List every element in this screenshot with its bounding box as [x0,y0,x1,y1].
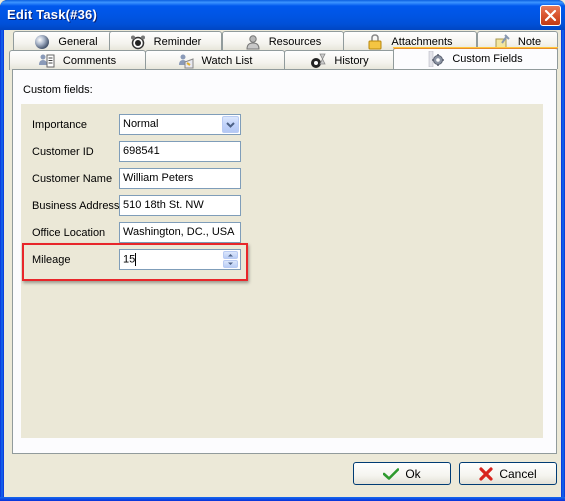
close-button[interactable] [540,5,561,26]
customer-id-input[interactable]: 698541 [119,141,241,162]
importance-value: Normal [123,118,159,130]
custom-fields-heading: Custom fields: [23,84,93,96]
business-address-label: Business Address [32,200,120,212]
window-border-right [561,30,565,501]
title-bar[interactable]: Edit Task(#36) [0,0,565,30]
watch-list-icon [178,53,194,69]
gear-icon [428,50,445,68]
dropdown-button[interactable] [222,116,239,133]
tab-label: Watch List [201,54,253,67]
tab-comments[interactable]: Comments [9,50,146,70]
business-address-input[interactable]: 510 18th St. NW [119,195,241,216]
chevron-down-icon [226,122,235,128]
history-icon [310,53,327,69]
tab-label: Custom Fields [452,53,523,65]
ok-button[interactable]: Ok [353,462,451,485]
ok-label: Ok [405,466,421,481]
cancel-label: Cancel [499,466,537,481]
alarm-clock-icon [130,34,146,50]
office-location-label: Office Location [32,227,106,239]
x-icon [479,466,493,481]
edit-task-dialog: Edit Task(#36) General Reminder Resource… [0,0,565,501]
customer-id-label: Customer ID [32,146,94,158]
close-icon [544,9,557,22]
tab-label: Resources [268,35,322,48]
person-icon [245,34,261,50]
tab-resources[interactable]: Resources [222,31,344,51]
window-border-bottom [0,497,565,501]
business-address-value: 510 18th St. NW [123,199,204,211]
tab-reminder[interactable]: Reminder [109,31,222,51]
window-title: Edit Task(#36) [7,7,97,22]
tab-watch-list[interactable]: Watch List [145,50,285,70]
customer-name-value: William Peters [123,172,194,184]
tab-history[interactable]: History [284,50,395,70]
tab-general[interactable]: General [13,31,119,51]
customer-name-input[interactable]: William Peters [119,168,241,189]
customer-id-value: 698541 [123,145,160,157]
tab-label: Reminder [153,35,202,48]
mileage-highlight-box [22,243,248,281]
checkmark-icon [383,467,400,480]
office-location-value: Washington, DC., USA [123,226,235,238]
tab-label: History [334,54,369,67]
comments-icon [38,53,55,69]
tab-label: Attachments [391,35,453,48]
tab-label: Comments [62,54,117,67]
tab-label: Note [517,35,542,48]
customer-name-label: Customer Name [32,173,113,185]
sphere-icon [34,34,50,50]
tab-custom-fields[interactable]: Custom Fields [393,47,558,69]
importance-label: Importance [32,119,88,131]
tab-label: General [58,35,98,48]
cancel-button[interactable]: Cancel [459,462,557,485]
padlock-folder-icon [367,33,383,50]
importance-dropdown[interactable]: Normal [119,114,241,135]
office-location-input[interactable]: Washington, DC., USA [119,222,241,243]
